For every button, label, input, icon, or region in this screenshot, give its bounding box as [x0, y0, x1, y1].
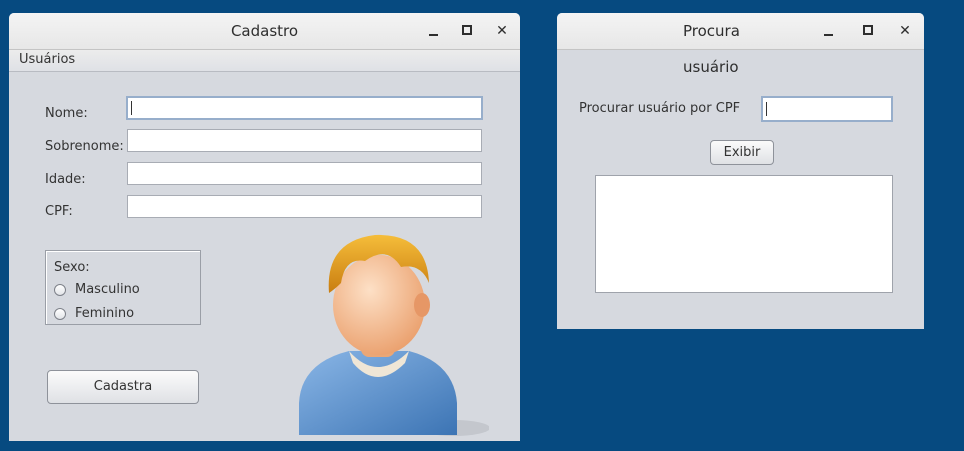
- minimize-button[interactable]: [816, 13, 840, 49]
- user-avatar-icon: [299, 234, 489, 436]
- minimize-icon: [428, 34, 438, 36]
- sobrenome-input[interactable]: [128, 130, 481, 151]
- sobrenome-field[interactable]: [127, 129, 482, 152]
- radio-feminino-label: Feminino: [75, 306, 135, 321]
- menubar: Usuários: [9, 50, 520, 72]
- idade-input[interactable]: [128, 163, 481, 184]
- idade-field[interactable]: [127, 162, 482, 185]
- radio-masculino[interactable]: Masculino: [54, 282, 184, 300]
- nome-label: Nome:: [45, 106, 88, 121]
- close-icon: ✕: [496, 23, 508, 39]
- cpf-search-field[interactable]: [761, 96, 893, 122]
- procura-titlebar[interactable]: Procura usuário ✕: [557, 13, 924, 76]
- cpf-label: CPF:: [45, 204, 73, 219]
- cadastra-button[interactable]: Cadastra: [47, 370, 199, 404]
- cpf-input[interactable]: [128, 196, 481, 217]
- sexo-title: Sexo:: [54, 260, 90, 275]
- cpf-field[interactable]: [127, 195, 482, 218]
- close-button[interactable]: ✕: [490, 13, 514, 49]
- maximize-button[interactable]: [455, 13, 479, 49]
- idade-label: Idade:: [45, 172, 86, 187]
- sexo-panel: Sexo: Masculino Feminino: [45, 250, 201, 325]
- radio-feminino[interactable]: Feminino: [54, 306, 184, 324]
- radio-button[interactable]: [54, 308, 66, 320]
- maximize-icon: [462, 25, 472, 35]
- close-icon: ✕: [899, 23, 911, 39]
- minimize-icon: [823, 34, 833, 36]
- nome-field[interactable]: [126, 96, 483, 120]
- text-caret: [131, 101, 132, 115]
- text-caret: [766, 102, 767, 116]
- nome-input[interactable]: [128, 98, 481, 118]
- cadastro-window: Cadastro ✕ Usuários Nome: Sobrenome: Ida…: [9, 13, 520, 441]
- menu-usuarios[interactable]: Usuários: [19, 52, 75, 67]
- cpf-search-input[interactable]: [763, 98, 891, 120]
- minimize-button[interactable]: [421, 13, 445, 49]
- maximize-icon: [863, 25, 873, 35]
- search-label: Procurar usuário por CPF: [579, 101, 741, 116]
- cadastro-titlebar[interactable]: Cadastro ✕: [9, 13, 520, 50]
- exibir-button[interactable]: Exibir: [710, 140, 774, 165]
- procura-title: Procura usuário: [683, 22, 740, 76]
- sobrenome-label: Sobrenome:: [45, 139, 124, 154]
- procura-window: Procura usuário ✕ Procurar usuário por C…: [557, 13, 924, 329]
- radio-button[interactable]: [54, 284, 66, 296]
- result-textarea[interactable]: [595, 175, 893, 293]
- close-button[interactable]: ✕: [893, 13, 917, 49]
- radio-masculino-label: Masculino: [75, 282, 140, 297]
- maximize-button[interactable]: [856, 13, 880, 49]
